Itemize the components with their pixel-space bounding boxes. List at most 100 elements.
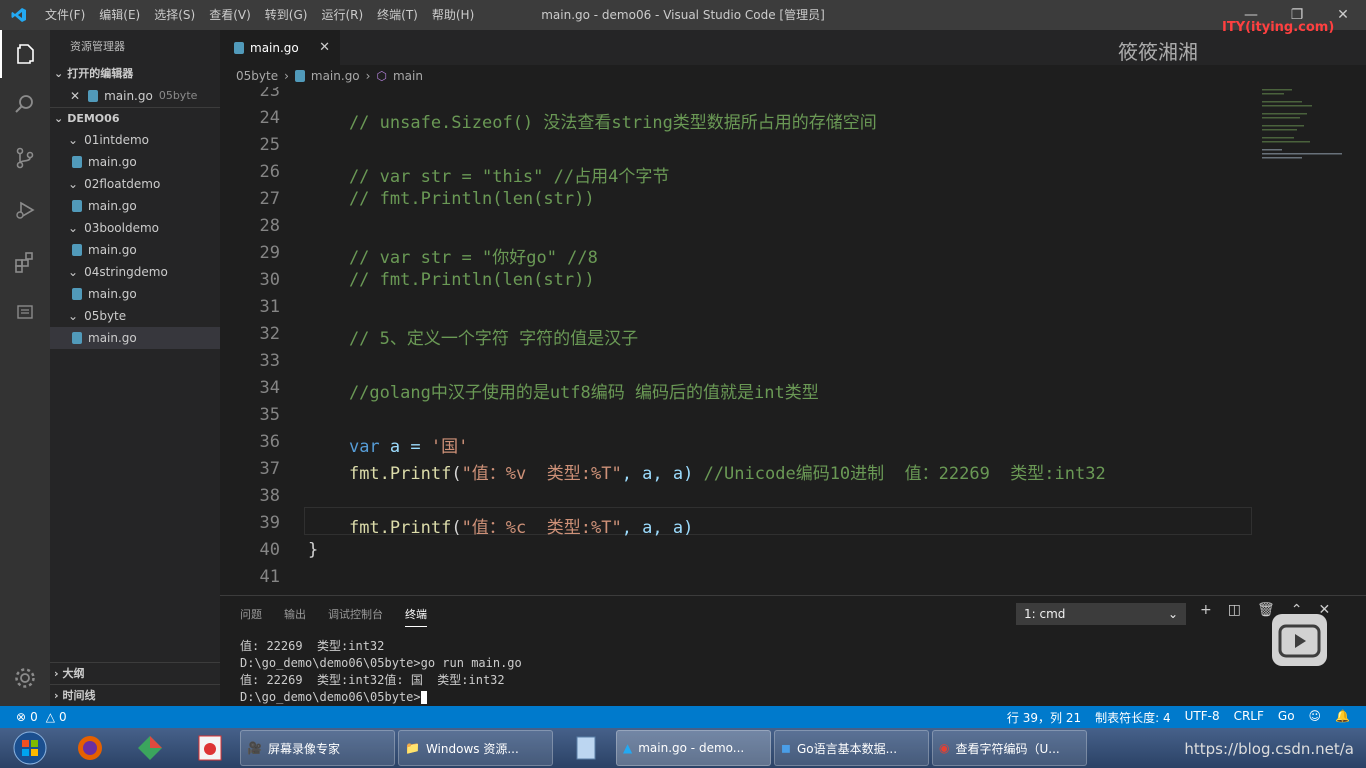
breadcrumb-file[interactable]: main.go <box>311 69 360 83</box>
terminal-cursor <box>420 691 427 704</box>
open-editors-section[interactable]: ⌄ 打开的编辑器 <box>50 63 220 85</box>
windows-taskbar: 🎥 屏幕录像专家 📁 Windows 资源... ▲ main.go - demo..… <box>0 728 1366 768</box>
new-terminal-icon[interactable]: + <box>1200 602 1212 618</box>
chevron-right-icon: › <box>54 666 59 680</box>
timeline-section[interactable]: › 时间线 <box>50 684 220 706</box>
task-windows-explorer[interactable]: 📁 Windows 资源... <box>398 730 553 766</box>
line-number: 37 <box>259 459 280 479</box>
tree-folder[interactable]: ⌄ 01intdemo <box>50 129 220 151</box>
menu-terminal[interactable]: 终端(T) <box>370 0 425 30</box>
menu-go[interactable]: 转到(G) <box>258 0 315 30</box>
warning-icon: △ <box>45 710 55 724</box>
tab-output[interactable]: 输出 <box>284 606 306 627</box>
line-number: 40 <box>259 540 280 560</box>
remote-explorer-icon[interactable] <box>0 288 50 336</box>
vertical-scrollbar[interactable] <box>1352 87 1366 595</box>
problems-indicator[interactable]: ⊗ 0 △ 0 <box>0 710 67 724</box>
menu-edit[interactable]: 编辑(E) <box>92 0 147 30</box>
tree-file-selected[interactable]: main.go <box>50 327 220 349</box>
task-vscode[interactable]: ▲ main.go - demo... <box>616 730 771 766</box>
breadcrumb-folder[interactable]: 05byte <box>236 69 278 83</box>
panel-tabs: 问题 输出 调试控制台 终端 <box>240 606 427 627</box>
go-file-icon <box>72 244 82 256</box>
end-of-line[interactable]: CRLF <box>1234 709 1264 726</box>
outline-section[interactable]: › 大纲 <box>50 662 220 684</box>
tab-main-go[interactable]: main.go ✕ <box>220 30 340 65</box>
breadcrumb-symbol[interactable]: main <box>393 69 423 83</box>
menu-view[interactable]: 查看(V) <box>202 0 258 30</box>
settings-gear-icon[interactable] <box>0 654 50 702</box>
tree-file[interactable]: main.go <box>50 195 220 217</box>
terminal-output[interactable]: 值: 22269 类型:int32 D:\go_demo\demo06\05byt… <box>240 638 522 706</box>
chevron-down-icon: ⌄ <box>54 111 64 125</box>
line-number: 26 <box>259 162 280 182</box>
terminal-select[interactable]: 1: cmd ⌄ <box>1016 603 1186 625</box>
task-go-basic-types[interactable]: ◼ Go语言基本数据... <box>774 730 929 766</box>
explorer-title: 资源管理器 <box>70 40 125 53</box>
tab-problems[interactable]: 问题 <box>240 606 262 627</box>
explorer-icon[interactable] <box>0 30 50 78</box>
chevron-down-icon: ⌄ <box>68 309 79 323</box>
firefox-icon[interactable] <box>60 728 120 768</box>
line-number: 25 <box>259 135 280 155</box>
code-line: // fmt.Println(len(str)) <box>308 189 595 209</box>
code-line: // var str = "你好go" //8 <box>308 248 598 268</box>
code-line: } <box>308 540 319 560</box>
menu-selection[interactable]: 选择(S) <box>147 0 202 30</box>
line-number: 35 <box>259 405 280 425</box>
extensions-icon[interactable] <box>0 238 50 286</box>
feedback-icon[interactable]: ☺ <box>1309 709 1322 726</box>
line-number: 24 <box>259 108 280 128</box>
browser-tab-icon: ◼ <box>781 741 791 755</box>
tree-file[interactable]: main.go <box>50 283 220 305</box>
notepad-icon[interactable] <box>556 728 616 768</box>
tree-file[interactable]: main.go <box>50 239 220 261</box>
close-tab-icon[interactable]: ✕ <box>319 40 330 55</box>
menu-run[interactable]: 运行(R) <box>314 0 370 30</box>
recorder-task-icon: 🎥 <box>247 741 262 755</box>
go-file-icon <box>72 200 82 212</box>
task-chrome[interactable]: ◉ 查看字符编码（U... <box>932 730 1087 766</box>
search-icon[interactable] <box>0 80 50 128</box>
recorder-icon[interactable] <box>180 728 240 768</box>
tab-debug-console[interactable]: 调试控制台 <box>328 606 383 627</box>
menu-help[interactable]: 帮助(H) <box>425 0 481 30</box>
workspace-section[interactable]: ⌄ DEMO06 <box>50 107 220 129</box>
breadcrumb: 05byte › main.go › ⬡ main <box>220 65 1366 87</box>
code-line: fmt.Printf("值：%v 类型:%T", a, a) //Unicode… <box>348 464 1106 484</box>
tab-terminal[interactable]: 终端 <box>405 606 427 627</box>
task-screen-recorder[interactable]: 🎥 屏幕录像专家 <box>240 730 395 766</box>
bell-icon[interactable]: 🔔 <box>1335 709 1350 726</box>
tree-folder[interactable]: ⌄ 03booldemo <box>50 217 220 239</box>
split-terminal-icon[interactable]: ◫ <box>1228 602 1241 618</box>
run-debug-icon[interactable] <box>0 186 50 234</box>
tree-folder[interactable]: ⌄ 02floatdemo <box>50 173 220 195</box>
cursor-position[interactable]: 行 39，列 21 <box>1007 709 1081 726</box>
open-editor-item[interactable]: ✕ main.go 05byte <box>50 85 220 107</box>
tab-size[interactable]: 制表符长度: 4 <box>1095 709 1171 726</box>
tree-folder[interactable]: ⌄ 05byte <box>50 305 220 327</box>
code-line: fmt.Printf("值：%c 类型:%T", a, a) <box>348 518 694 538</box>
terminal-line: 值: 22269 类型:int32值: 国 类型:int32 <box>240 673 505 687</box>
site-watermark: ITY(itying.com) <box>1222 20 1335 35</box>
code-editor[interactable]: 23 24 // unsafe.Sizeof() 没法查看string类型数据所占… <box>220 87 1366 595</box>
close-editor-icon[interactable]: ✕ <box>70 85 80 107</box>
menu-file[interactable]: 文件(F) <box>38 0 92 30</box>
source-control-icon[interactable] <box>0 134 50 182</box>
explorer-sidebar: 资源管理器 ⌄ 打开的编辑器 ✕ main.go 05byte ⌄ DEMO06 ⌄… <box>50 30 220 706</box>
line-number: 32 <box>259 324 280 344</box>
tree-folder[interactable]: ⌄ 04stringdemo <box>50 261 220 283</box>
folder-icon: 📁 <box>405 741 420 755</box>
start-button-icon[interactable] <box>0 728 60 768</box>
chevron-right-icon: › <box>54 688 59 702</box>
minimap[interactable] <box>1260 87 1350 167</box>
language-mode[interactable]: Go <box>1278 709 1295 726</box>
app-diamond-icon[interactable] <box>120 728 180 768</box>
line-number: 36 <box>259 432 280 452</box>
line-number: 41 <box>259 567 280 587</box>
encoding[interactable]: UTF-8 <box>1185 709 1220 726</box>
go-file-icon <box>72 156 82 168</box>
tree-file[interactable]: main.go <box>50 151 220 173</box>
video-play-icon[interactable] <box>1272 614 1327 666</box>
line-number: 38 <box>259 486 280 506</box>
